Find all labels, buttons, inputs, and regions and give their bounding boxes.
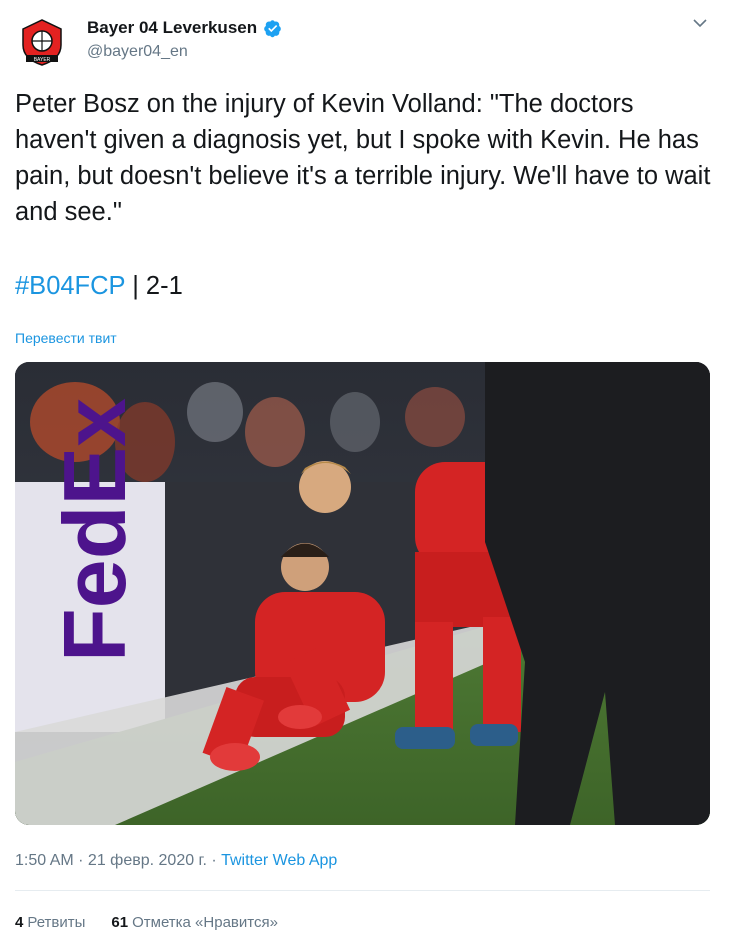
- author-name[interactable]: Bayer 04 Leverkusen: [87, 18, 282, 38]
- verified-badge-icon: [264, 19, 281, 37]
- hashtag-line: #B04FCP | 2-1: [15, 268, 183, 304]
- tweet-stats: 4 Ретвиты 61 Отметка «Нравится»: [15, 914, 278, 931]
- tweet-text: Peter Bosz on the injury of Kevin Vollan…: [15, 90, 711, 226]
- match-photo[interactable]: FedEx 8: [15, 362, 710, 825]
- score-text: | 2-1: [132, 272, 183, 300]
- match-photo-image: FedEx 8: [15, 362, 710, 825]
- bayer04-crest-icon: BAYER: [16, 16, 68, 68]
- tweet-time[interactable]: 1:50 AM · 21 февр. 2020 г. ·: [15, 852, 221, 869]
- likes-count: 61: [111, 914, 129, 931]
- logo-text: BAYER: [34, 57, 51, 63]
- tweet-timestamp: 1:50 AM · 21 февр. 2020 г. · Twitter Web…: [15, 852, 337, 870]
- hashtag-link[interactable]: #B04FCP: [15, 272, 125, 300]
- divider: [15, 890, 710, 891]
- likes-stat[interactable]: 61 Отметка «Нравится»: [111, 914, 278, 931]
- avatar[interactable]: BAYER: [15, 15, 69, 69]
- retweets-count: 4: [15, 914, 24, 931]
- source-app-link[interactable]: Twitter Web App: [221, 852, 337, 869]
- chevron-down-icon[interactable]: [691, 14, 709, 32]
- translate-tweet-link[interactable]: Перевести твит: [15, 330, 117, 346]
- retweets-stat[interactable]: 4 Ретвиты: [15, 914, 85, 931]
- fedex-board-text: FedEx: [45, 398, 144, 662]
- likes-label: Отметка «Нравится»: [132, 914, 278, 931]
- author-name-label[interactable]: Bayer 04 Leverkusen: [87, 18, 257, 38]
- retweets-label: Ретвиты: [27, 914, 86, 931]
- author-handle[interactable]: @bayer04_en: [87, 43, 188, 61]
